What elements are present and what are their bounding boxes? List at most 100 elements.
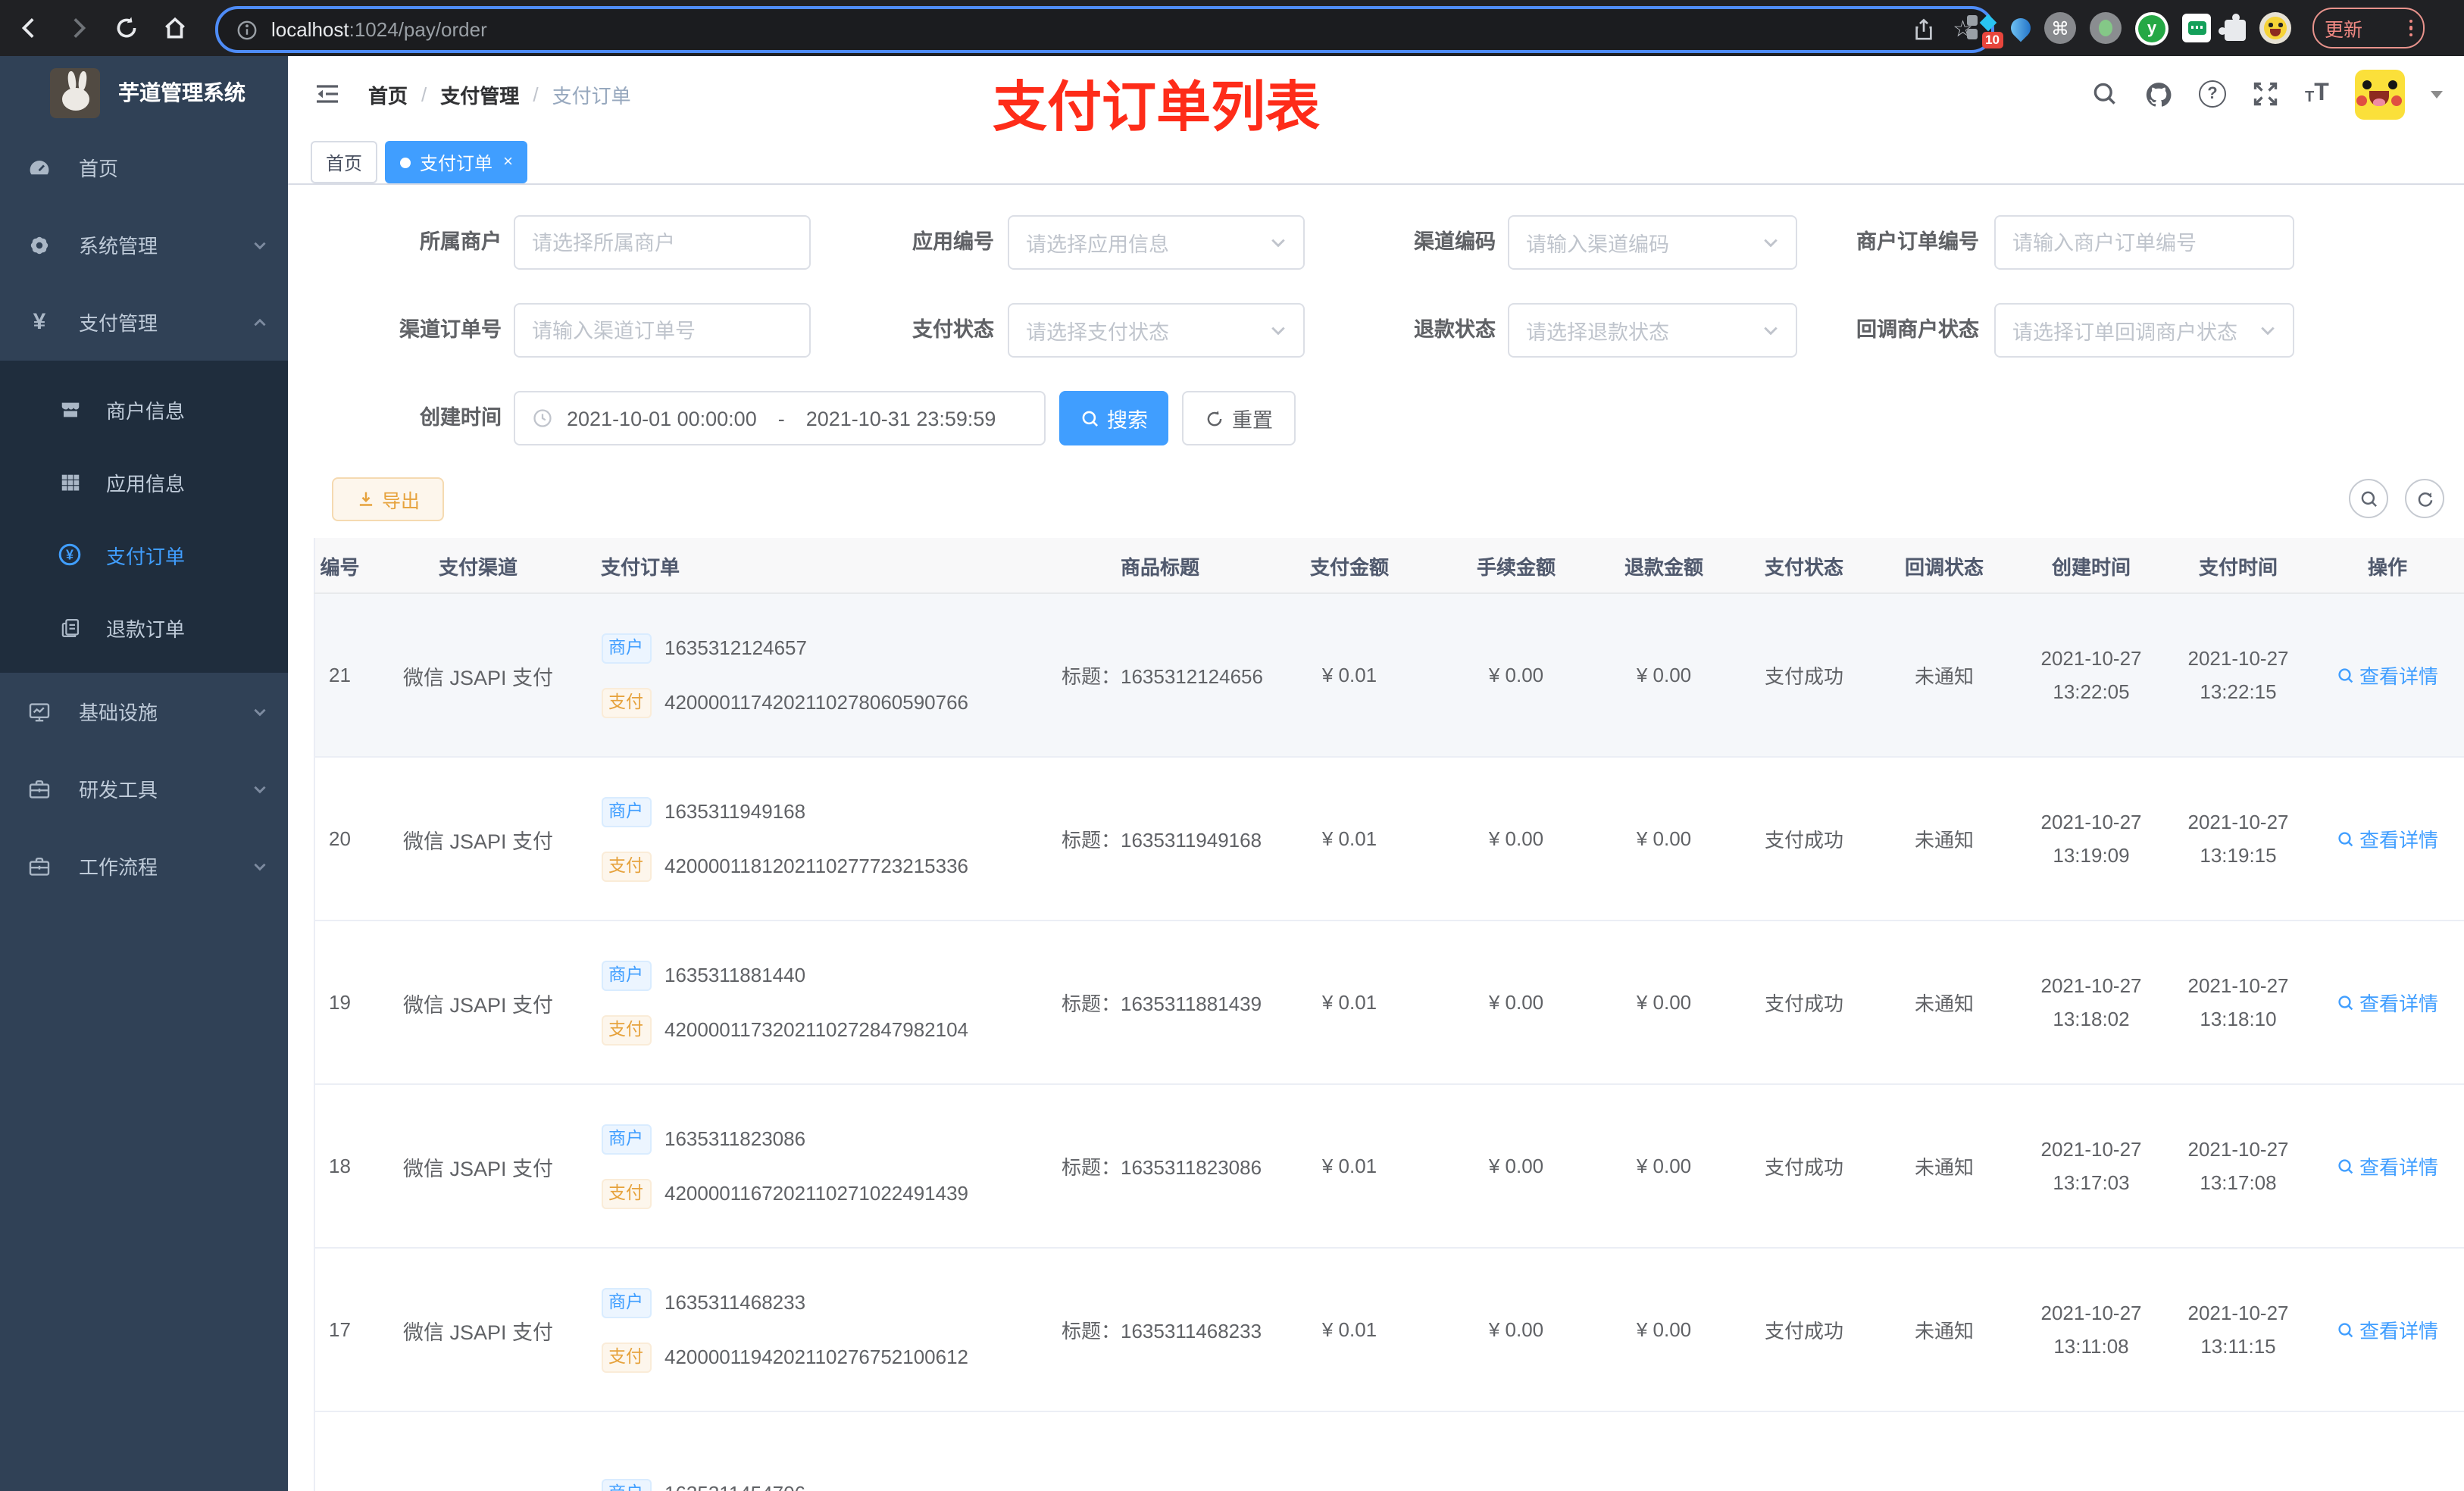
- sidebar-item-system[interactable]: 系统管理: [0, 206, 288, 283]
- sidebar-item-infra[interactable]: 基础设施: [0, 673, 288, 750]
- avatar-dropdown-caret-icon[interactable]: [2430, 90, 2443, 98]
- download-icon: [359, 492, 373, 506]
- view-detail-link[interactable]: 查看详情: [2337, 661, 2438, 689]
- font-size-icon[interactable]: TT: [2305, 81, 2329, 106]
- view-detail-link[interactable]: 查看详情: [2337, 1152, 2438, 1180]
- col-action: 操作: [2310, 538, 2464, 594]
- sidebar-item-home[interactable]: 首页: [0, 129, 288, 206]
- sidebar-item-refund-order[interactable]: 退款订单: [0, 591, 288, 664]
- document-copy-icon: [58, 615, 82, 639]
- sidebar-item-app-info[interactable]: 应用信息: [0, 445, 288, 518]
- notify-status-select[interactable]: 请选择订单回调商户状态: [1994, 303, 2294, 358]
- filter-label-refund-status: 退款状态: [1414, 318, 1496, 341]
- chat-extension-icon[interactable]: [2182, 14, 2211, 42]
- channel-order-no-input[interactable]: [514, 303, 811, 358]
- date-range-start[interactable]: 2021-10-01 00:00:00: [567, 407, 757, 430]
- pay-tag: 支付: [601, 1342, 651, 1372]
- table-row: 21 微信 JSAPI 支付 商户 1635312124657 支付 4200001…: [314, 593, 2464, 758]
- forward-button[interactable]: [58, 8, 97, 48]
- channel-code-select[interactable]: 请输入渠道编码: [1508, 215, 1797, 270]
- pay-tag: 支付: [601, 1014, 651, 1045]
- refund-status-select[interactable]: 请选择退款状态: [1508, 303, 1797, 358]
- toggle-search-button[interactable]: [2349, 479, 2388, 518]
- sidebar-item-pay[interactable]: ¥ 支付管理: [0, 283, 288, 361]
- breadcrumb-home[interactable]: 首页: [368, 80, 408, 108]
- yen-circle-icon: ¥: [58, 542, 82, 567]
- date-range-picker[interactable]: 2021-10-01 00:00:00 - 2021-10-31 23:59:5…: [514, 391, 1046, 445]
- chevron-down-icon: [2259, 324, 2276, 337]
- col-refund: 退款金额: [1592, 538, 1736, 594]
- help-icon[interactable]: ?: [2199, 80, 2226, 108]
- pay-tag: 支付: [601, 687, 651, 717]
- monitor-icon: [27, 699, 52, 724]
- filter-label-merchant-order-no: 商户订单编号: [1856, 230, 1979, 253]
- fullscreen-icon[interactable]: [2252, 80, 2279, 108]
- tab-pay-order[interactable]: 支付订单 ×: [385, 141, 528, 183]
- app-title: 芋道管理系统: [118, 80, 245, 105]
- breadcrumb-pay[interactable]: 支付管理: [440, 80, 519, 108]
- address-bar[interactable]: localhost:1024/pay/order ☆: [215, 6, 1994, 53]
- shop-icon: [58, 397, 82, 421]
- tab-close-icon[interactable]: ×: [503, 153, 513, 171]
- merchant-tag: 商户: [601, 960, 651, 990]
- merchant-input[interactable]: [514, 215, 811, 270]
- col-fee: 手续金额: [1440, 538, 1592, 594]
- emoji-extension-icon[interactable]: [2259, 12, 2291, 44]
- filter-label-channel-order-no: 渠道订单号: [399, 318, 502, 341]
- tab-home[interactable]: 首页: [311, 141, 378, 183]
- search-icon[interactable]: [2091, 80, 2118, 108]
- col-order: 支付订单: [592, 538, 1062, 594]
- chevron-up-icon: [252, 314, 268, 330]
- user-avatar[interactable]: [2354, 69, 2405, 119]
- app-logo[interactable]: 芋道管理系统: [0, 56, 288, 129]
- view-detail-link[interactable]: 查看详情: [2337, 988, 2438, 1017]
- pin-extension-icon[interactable]: [2006, 14, 2035, 42]
- y-extension-icon[interactable]: y: [2135, 11, 2169, 45]
- chevron-down-icon: [252, 236, 268, 253]
- logo-image: [50, 67, 100, 117]
- sidebar-item-pay-order[interactable]: ¥ 支付订单: [0, 518, 288, 591]
- reset-button[interactable]: 重置: [1182, 391, 1296, 445]
- browser-update-button[interactable]: 更新: [2312, 8, 2425, 48]
- search-icon: [2338, 667, 2353, 683]
- svg-text:¥: ¥: [66, 547, 73, 562]
- filter-label-merchant: 所属商户: [420, 230, 502, 253]
- sidebar: 芋道管理系统 首页 系统管理 ¥ 支付管理 商户信息 应用信息 ¥ 支付订单 退…: [0, 56, 288, 1491]
- search-button[interactable]: 搜索: [1059, 391, 1168, 445]
- share-icon[interactable]: [1912, 18, 1934, 41]
- clock-icon: [532, 408, 553, 429]
- sidebar-fold-icon[interactable]: [314, 80, 341, 108]
- export-button[interactable]: 导出: [332, 477, 444, 521]
- sidebar-item-dev-tools[interactable]: 研发工具: [0, 750, 288, 827]
- back-button[interactable]: [9, 8, 48, 48]
- recorder-extension-icon[interactable]: [2090, 12, 2122, 44]
- tag-view-bar: 首页 支付订单 ×: [288, 133, 2464, 185]
- command-extension-icon[interactable]: ⌘: [2044, 12, 2076, 44]
- col-paid: 支付时间: [2166, 538, 2310, 594]
- app-select[interactable]: 请选择应用信息: [1008, 215, 1305, 270]
- home-button[interactable]: [155, 8, 194, 48]
- pay-status-select[interactable]: 请选择支付状态: [1008, 303, 1305, 358]
- sidebar-item-merchant-info[interactable]: 商户信息: [0, 373, 288, 445]
- extension-icon[interactable]: 10: [1965, 12, 2003, 48]
- reload-button[interactable]: [106, 8, 145, 48]
- date-range-end[interactable]: 2021-10-31 23:59:59: [806, 407, 996, 430]
- github-icon[interactable]: [2144, 80, 2173, 108]
- browser-menu-icon[interactable]: [2409, 19, 2412, 37]
- col-id: 编号: [314, 538, 364, 594]
- refresh-table-button[interactable]: [2405, 479, 2444, 518]
- view-detail-link[interactable]: 查看详情: [2337, 824, 2438, 853]
- search-icon: [1081, 410, 1098, 427]
- extensions-puzzle-icon[interactable]: [2219, 14, 2246, 41]
- merchant-order-no-input[interactable]: [1994, 215, 2294, 270]
- merchant-tag: 商户: [601, 796, 651, 827]
- search-icon: [2338, 831, 2353, 846]
- col-status: 支付状态: [1736, 538, 1872, 594]
- briefcase-icon: [27, 854, 52, 878]
- date-range-separator: -: [777, 407, 785, 430]
- table-header-row: 编号 支付渠道 支付订单 商品标题 支付金额 手续金额 退款金额 支付状态 回调…: [314, 538, 2464, 594]
- site-info-icon[interactable]: [236, 19, 258, 40]
- grid-icon: [58, 470, 82, 494]
- view-detail-link[interactable]: 查看详情: [2337, 1315, 2438, 1344]
- sidebar-item-workflow[interactable]: 工作流程: [0, 827, 288, 905]
